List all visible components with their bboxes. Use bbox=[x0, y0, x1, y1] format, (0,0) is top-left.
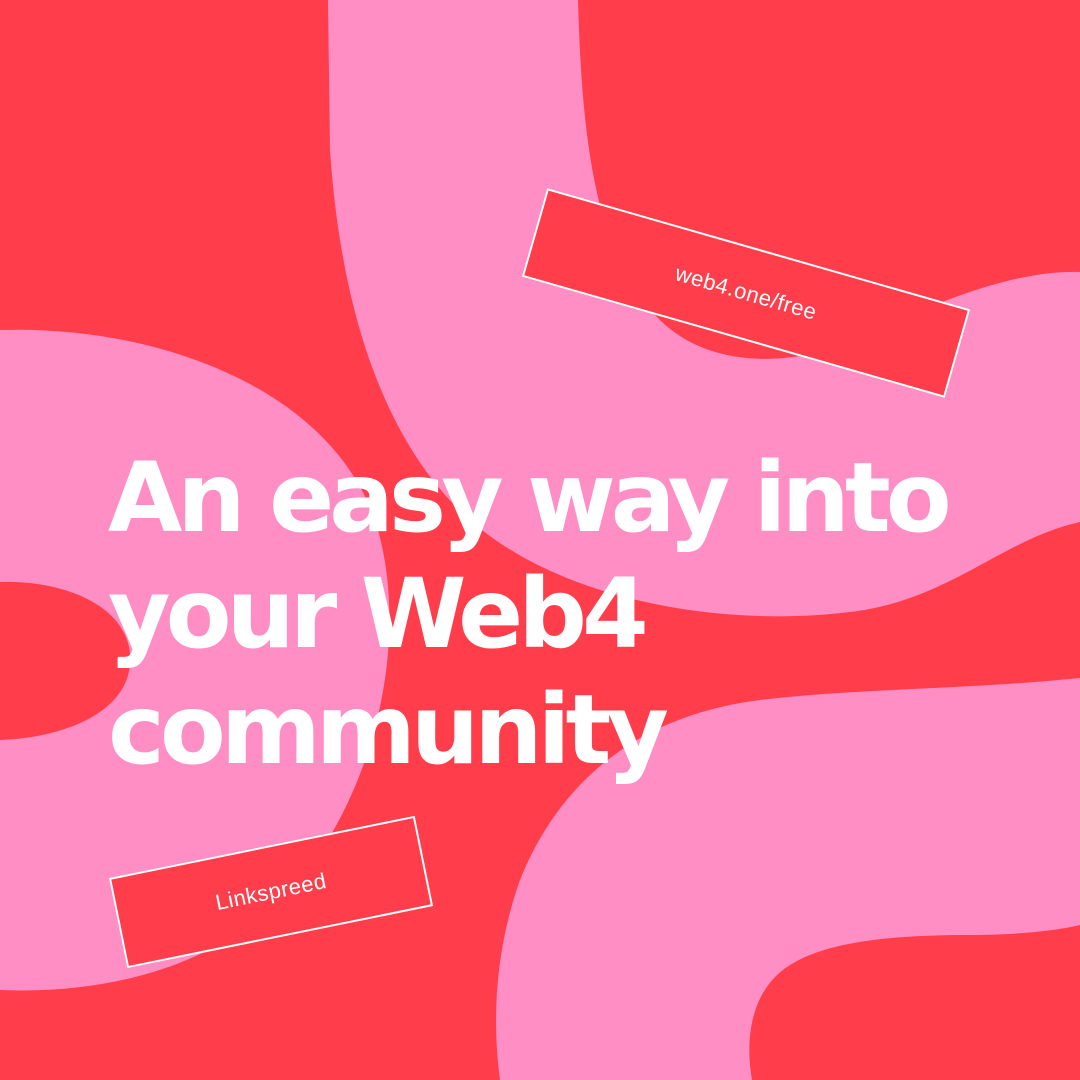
url-tag-label: web4.one/free bbox=[672, 260, 820, 325]
promo-canvas: An easy way into your Web4 community web… bbox=[0, 0, 1080, 1080]
brand-tag-label: Linkspreed bbox=[213, 868, 329, 915]
headline: An easy way into your Web4 community bbox=[108, 440, 968, 788]
headline-line-2: your Web4 bbox=[108, 558, 649, 670]
headline-line-3: community bbox=[108, 674, 669, 786]
headline-line-1: An easy way into bbox=[108, 442, 952, 554]
